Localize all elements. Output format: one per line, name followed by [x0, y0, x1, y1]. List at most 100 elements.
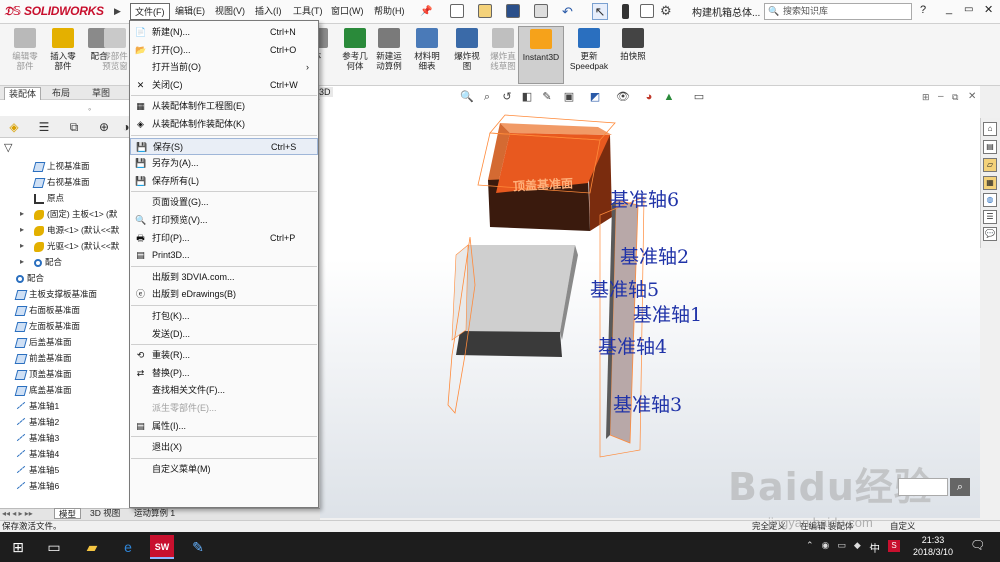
restore-icon[interactable]: ▭ — [964, 4, 973, 15]
tree-item[interactable]: 右视基准面 — [0, 174, 130, 190]
options-gear-icon[interactable]: ⚙ — [660, 3, 672, 19]
file-menu-item[interactable]: 打包(K)... — [130, 308, 318, 325]
tree-item[interactable]: 配合 — [0, 270, 130, 286]
custom-properties-icon[interactable]: ☰ — [983, 210, 997, 224]
expand-arrow-icon[interactable]: ▸ — [20, 238, 24, 254]
file-menu-item[interactable]: ◈ 从装配体制作装配体(K) — [130, 116, 318, 133]
file-menu-item[interactable]: ⟲ 重装(R)... — [130, 347, 318, 364]
menu-6[interactable]: 帮助(H) — [370, 3, 409, 20]
display-style-icon[interactable]: ◩ — [588, 90, 602, 104]
view-orientation-icon[interactable]: ▣ — [562, 90, 576, 104]
viewport-restore-icon[interactable]: ⧉ — [952, 92, 958, 103]
feature-tree-tab-icon[interactable]: ◈ — [6, 119, 22, 135]
tab-1[interactable]: 布局 — [48, 87, 74, 100]
open-folder-icon[interactable] — [478, 4, 492, 18]
tree-item[interactable]: ▸ 光驱<1> (默认<<默 — [0, 238, 130, 254]
power-supply-part[interactable] — [451, 244, 578, 357]
file-properties-icon[interactable] — [640, 4, 654, 18]
edge-browser-icon[interactable]: e — [116, 535, 140, 559]
menu-1[interactable]: 编辑(E) — [171, 3, 209, 20]
pin-icon[interactable]: 📌 — [420, 6, 432, 17]
file-menu-item[interactable]: 发送(D)... — [130, 326, 318, 343]
apply-scene-icon[interactable]: ▲ — [662, 90, 676, 104]
file-menu-item[interactable]: 💾 保存(S) Ctrl+S — [130, 137, 318, 155]
notification-icon[interactable]: 🗨 — [970, 538, 985, 552]
tab-0[interactable]: 装配体 — [4, 87, 42, 100]
file-menu-item[interactable]: ✕ 关闭(C) Ctrl+W — [130, 77, 318, 94]
save-icon[interactable] — [506, 4, 520, 18]
menu-3[interactable]: 插入(I) — [251, 3, 286, 20]
tree-item[interactable]: 前盖基准面 — [0, 350, 130, 366]
zoom-to-fit-icon[interactable]: 🔍 — [460, 90, 474, 104]
file-menu-item[interactable]: 🔍 打印预览(V)... — [130, 212, 318, 229]
file-menu-item[interactable]: 页面设置(G)... — [130, 194, 318, 211]
solidworks-logo[interactable]: 𝔇𝕊 SOLIDWORKS — [4, 4, 104, 19]
file-menu-item[interactable]: 💾 保存所有(L) — [130, 173, 318, 190]
close-icon[interactable]: ✕ — [984, 3, 993, 16]
zoom-area-icon[interactable]: ⌕ — [480, 90, 494, 104]
cmd-10[interactable]: Instant3D — [518, 26, 564, 84]
dimxpert-tab-icon[interactable]: ⊕ — [96, 119, 112, 135]
hide-show-items-icon[interactable]: 👁 — [616, 90, 630, 104]
solidworks-resources-icon[interactable]: ⌂ — [983, 122, 997, 136]
view-palette-icon[interactable]: ▦ — [983, 176, 997, 190]
watermark-search-icon[interactable]: ⌕ — [950, 478, 970, 496]
top-cover-part[interactable] — [477, 114, 616, 231]
appearances-icon[interactable]: ◍ — [983, 193, 997, 207]
tab-2[interactable]: 草图 — [88, 87, 114, 100]
menu-0[interactable]: 文件(F) — [130, 3, 170, 20]
expand-arrow-icon[interactable]: ▸ — [20, 254, 24, 270]
tree-item[interactable]: 基准轴1 — [0, 398, 130, 414]
windows-start-icon[interactable]: ⊞ — [6, 535, 30, 559]
filter-icon[interactable]: ▽ — [4, 141, 12, 154]
file-menu-item[interactable]: ⇄ 替换(P)... — [130, 365, 318, 382]
tree-item[interactable]: ▸ (固定) 主板<1> (默 — [0, 206, 130, 222]
menu-5[interactable]: 窗口(W) — [327, 3, 368, 20]
file-menu-item[interactable]: 退出(X) — [130, 439, 318, 456]
file-menu-item[interactable]: ⓔ 出版到 eDrawings(B) — [130, 286, 318, 303]
search-input[interactable]: 搜索知识库 — [764, 3, 912, 20]
watermark-search-box[interactable] — [898, 478, 948, 496]
file-menu-item[interactable]: 查找相关文件(F)... — [130, 382, 318, 399]
tree-item[interactable]: ▸ 配合 — [0, 254, 130, 270]
viewport-close-icon[interactable]: ✕ — [968, 91, 976, 102]
help-icon[interactable]: ? — [920, 4, 926, 16]
status-units[interactable]: 自定义 — [890, 520, 916, 532]
configuration-tab-icon[interactable]: ⧉ — [66, 119, 82, 135]
previous-view-icon[interactable]: ↺ — [500, 90, 514, 104]
tab-scroll-arrows-icon[interactable]: ◂◂ ◂ ▸ ▸▸ — [2, 509, 33, 518]
tree-item[interactable]: 基准轴5 — [0, 462, 130, 478]
file-menu-item[interactable]: 📄 新建(N)... Ctrl+N — [130, 24, 318, 41]
file-menu-item[interactable]: 📂 打开(O)... Ctrl+O — [130, 42, 318, 59]
bottom-tab-0[interactable]: 模型 — [54, 508, 82, 519]
forum-icon[interactable]: 💬 — [983, 227, 997, 241]
file-explorer-taskbar-icon[interactable]: ▰ — [80, 535, 104, 559]
cmd-12[interactable]: 拍快照 — [610, 26, 656, 84]
cmd-11[interactable]: 更新 Speedpak — [566, 26, 612, 84]
panel-collapse-handle[interactable]: ◦ — [88, 104, 91, 114]
file-menu-item[interactable]: ▤ 属性(I)... — [130, 418, 318, 435]
tree-item[interactable]: 基准轴6 — [0, 478, 130, 494]
tree-item[interactable]: 原点 — [0, 190, 130, 206]
minimize-icon[interactable]: _ — [946, 3, 952, 15]
file-menu-item[interactable]: 打开当前(O) › — [130, 59, 318, 76]
bottom-tab-2[interactable]: 运动算例 1 — [130, 508, 179, 519]
menu-2[interactable]: 视图(V) — [211, 3, 249, 20]
file-menu-item[interactable]: ▦ 从装配体制作工程图(E) — [130, 98, 318, 115]
tree-item[interactable]: 上视基准面 — [0, 158, 130, 174]
expand-arrow-icon[interactable]: ▸ — [20, 222, 24, 238]
tree-item[interactable]: 后盖基准面 — [0, 334, 130, 350]
expand-arrow-icon[interactable]: ▶ — [114, 6, 121, 17]
tree-item[interactable]: 底盖基准面 — [0, 382, 130, 398]
file-menu-item[interactable]: 🖶 打印(P)... Ctrl+P — [130, 230, 318, 247]
tab-3d-partial[interactable]: 3D — [317, 87, 333, 97]
file-menu-item[interactable]: 💾 另存为(A)... — [130, 155, 318, 172]
screenshot-tool-icon[interactable]: ✎ — [186, 535, 210, 559]
input-method-icon[interactable]: S — [888, 540, 900, 552]
tree-item[interactable]: 主板支撑板基准面 — [0, 286, 130, 302]
design-library-icon[interactable]: ▤ — [983, 140, 997, 154]
tree-item[interactable]: ▸ 电源<1> (默认<<默 — [0, 222, 130, 238]
expand-arrow-icon[interactable]: ▸ — [20, 206, 24, 222]
cmd-3[interactable]: 零部件 预览窗 — [100, 26, 130, 84]
tree-item[interactable]: 左面板基准面 — [0, 318, 130, 334]
